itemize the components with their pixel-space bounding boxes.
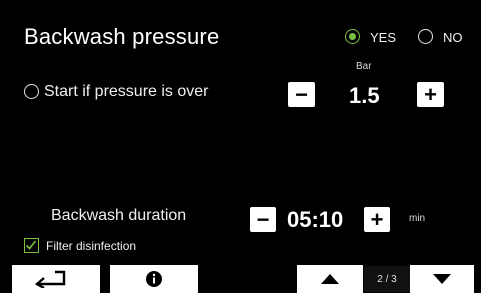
minus-icon: − [256, 206, 270, 232]
duration-decrement-button[interactable]: − [250, 207, 276, 232]
start-if-pressure-radio[interactable] [24, 84, 39, 99]
yes-radio[interactable] [345, 29, 360, 44]
settings-screen: Backwash pressure YES NO Start if pressu… [0, 0, 481, 293]
duration-increment-button[interactable]: + [364, 207, 390, 232]
backwash-duration-label: Backwash duration [51, 207, 187, 224]
page-up-button[interactable] [297, 265, 363, 293]
pressure-value: 1.5 [349, 83, 380, 108]
triangle-up-icon [321, 274, 339, 284]
start-if-pressure-label[interactable]: Start if pressure is over [44, 83, 209, 101]
return-arrow-icon [34, 270, 66, 288]
pressure-decrement-button[interactable]: − [288, 82, 315, 107]
minus-icon: − [295, 81, 308, 107]
pressure-unit-label: Bar [356, 61, 372, 72]
filter-disinfection-label[interactable]: Filter disinfection [46, 239, 136, 253]
no-label[interactable]: NO [443, 30, 463, 45]
yes-label[interactable]: YES [370, 30, 396, 45]
filter-disinfection-checkbox[interactable] [24, 238, 39, 253]
info-button[interactable] [110, 265, 198, 293]
plus-icon: + [424, 81, 437, 107]
back-button[interactable] [12, 265, 100, 293]
duration-unit-label: min [409, 213, 426, 224]
pressure-increment-button[interactable]: + [417, 82, 444, 107]
checkmark-icon [25, 240, 37, 250]
page-indicator: 2 / 3 [364, 266, 410, 292]
no-radio[interactable] [418, 29, 433, 44]
duration-value: 05:10 [287, 207, 344, 232]
info-icon [146, 271, 162, 287]
page-title: Backwash pressure [24, 24, 220, 49]
plus-icon: + [370, 206, 384, 232]
page-down-button[interactable] [410, 265, 474, 293]
triangle-down-icon [433, 274, 451, 284]
